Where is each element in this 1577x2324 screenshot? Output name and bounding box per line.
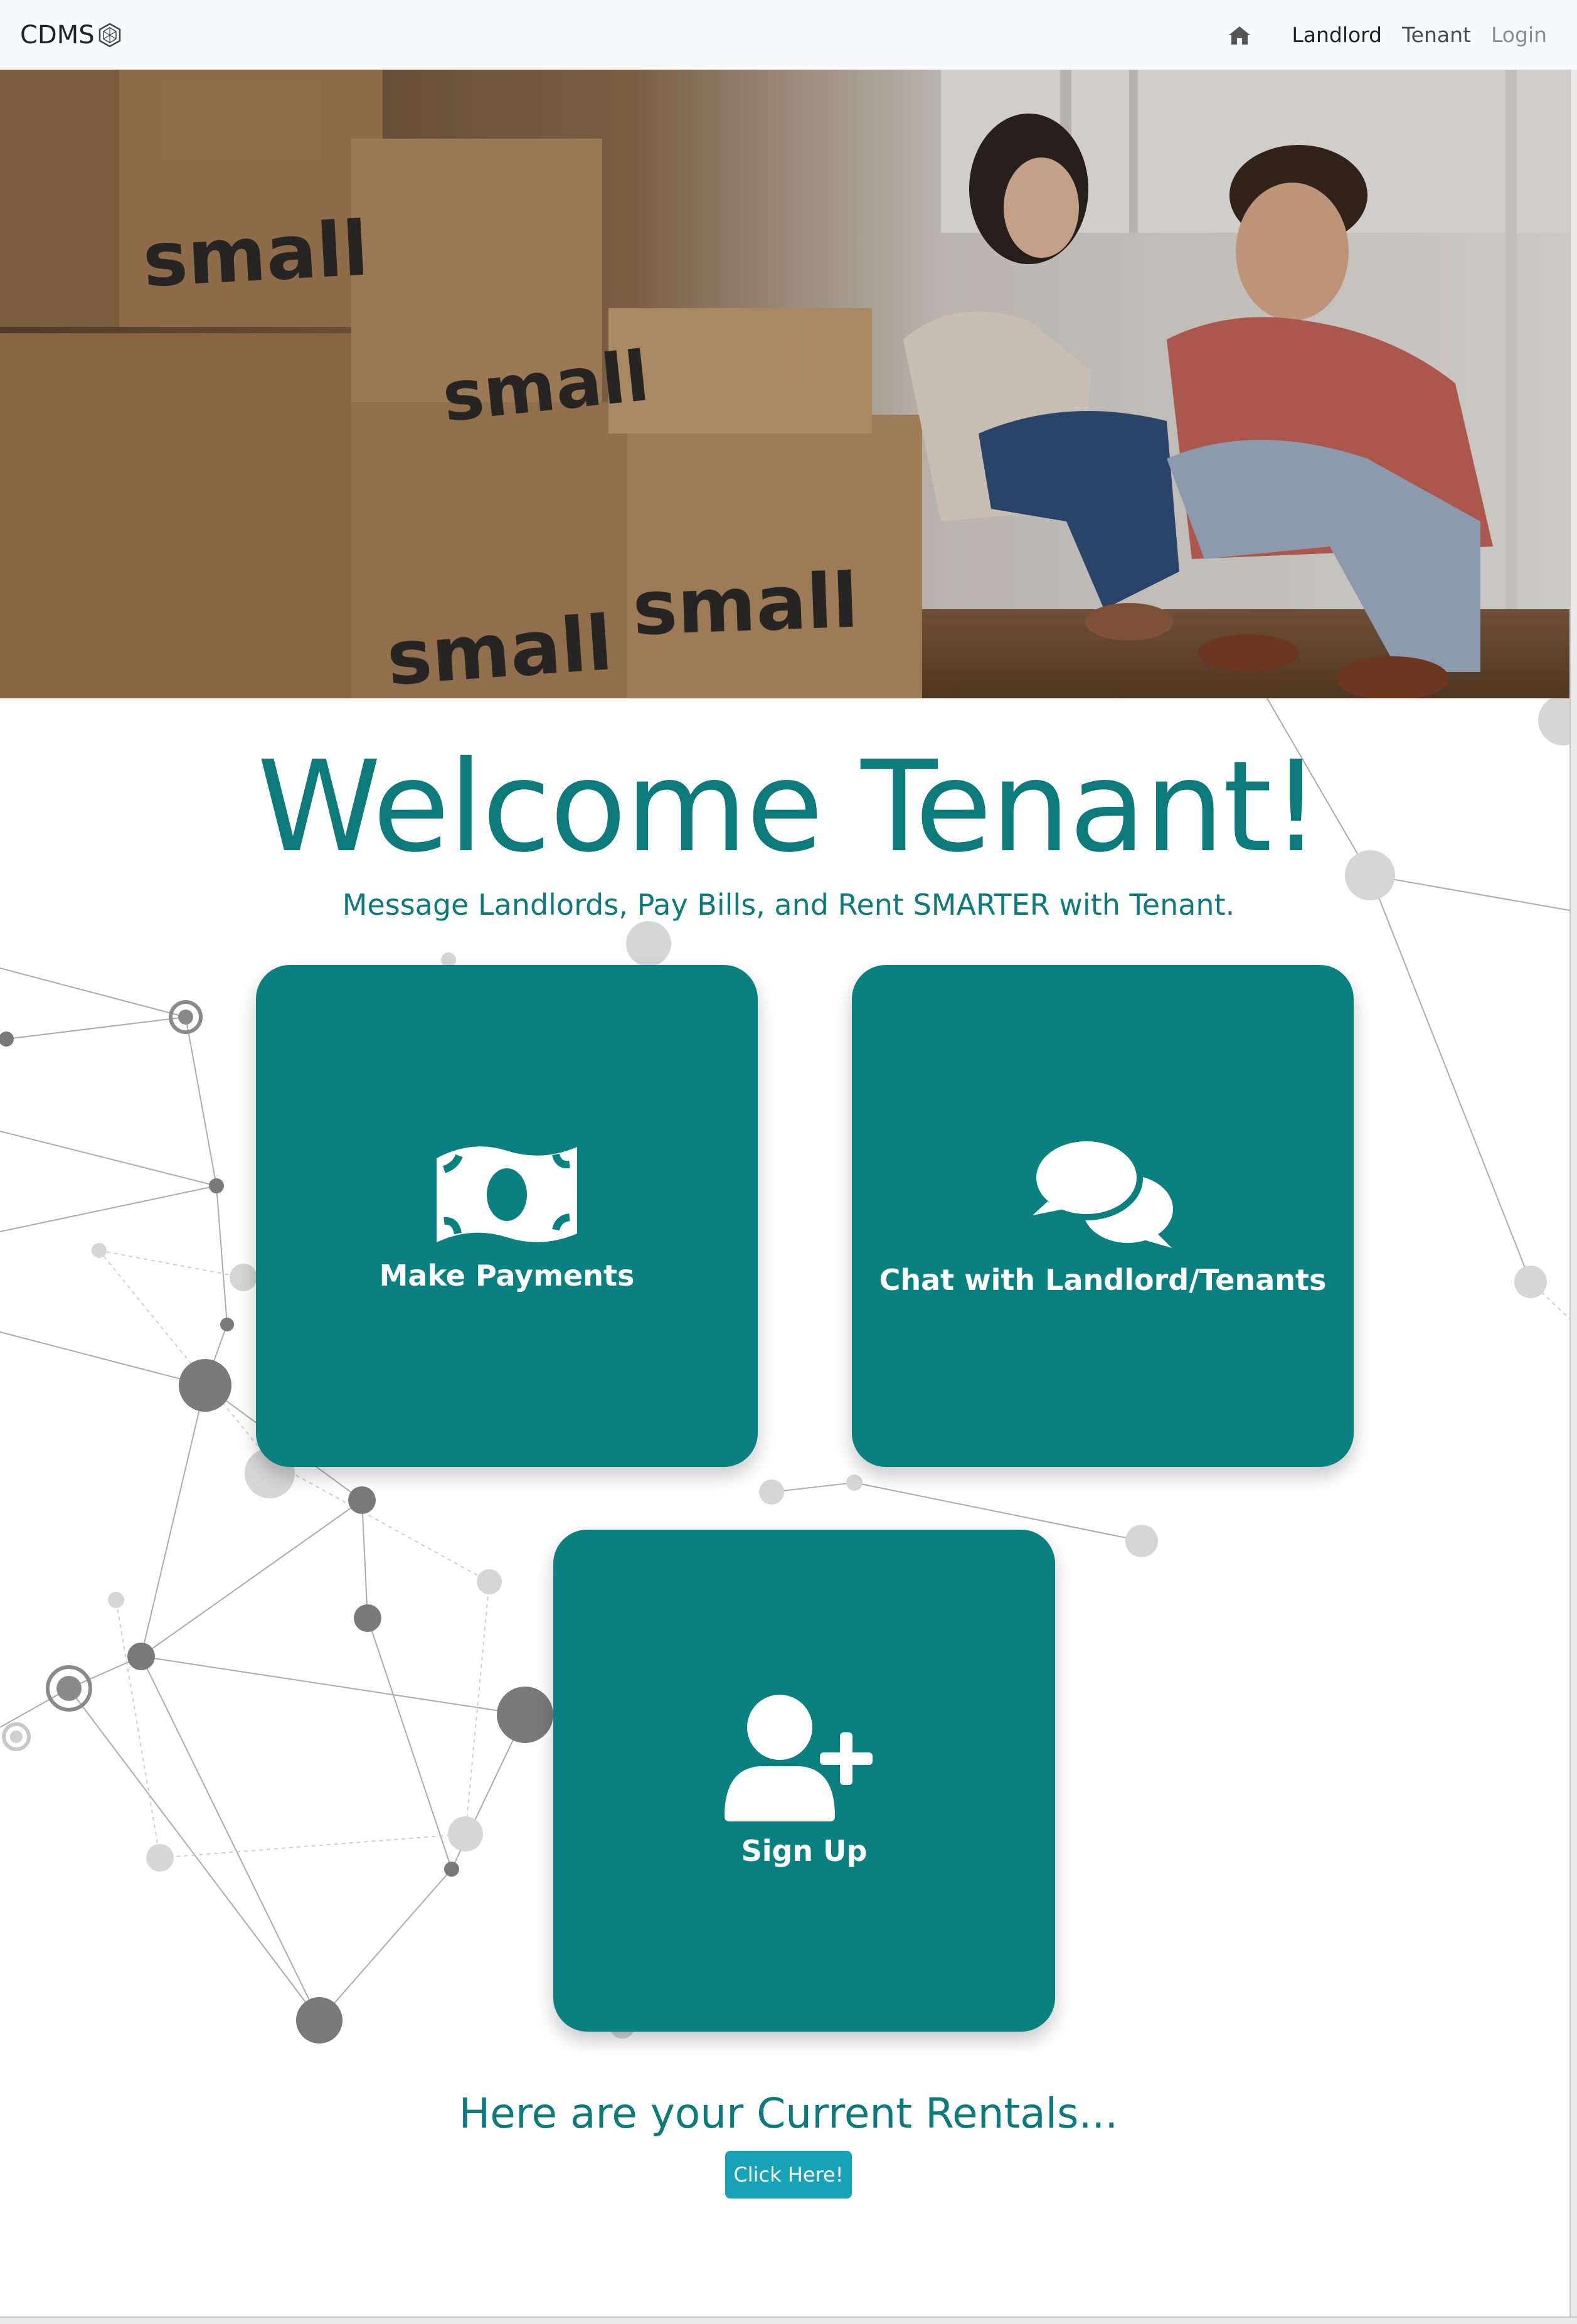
click-here-button[interactable]: Click Here! <box>725 2151 852 2199</box>
horizontal-scrollbar[interactable] <box>0 2316 1577 2324</box>
page-title: Welcome Tenant! <box>257 734 1321 880</box>
brand-hexagon-icon <box>98 23 120 47</box>
chat-label: Chat with Landlord/Tenants <box>879 1263 1327 1297</box>
comments-icon <box>1030 1138 1173 1248</box>
chat-card[interactable]: Chat with Landlord/Tenants <box>852 965 1354 1467</box>
brand-logo[interactable]: CDMS <box>20 0 124 70</box>
nav-landlord[interactable]: Landlord <box>1292 23 1382 47</box>
brand-name[interactable]: CDMS <box>20 21 95 50</box>
home-icon[interactable] <box>1228 24 1251 46</box>
page-subtitle: Message Landlords, Pay Bills, and Rent S… <box>342 888 1235 922</box>
money-bill-icon <box>437 1146 577 1242</box>
network-background <box>0 698 1577 2044</box>
sign-up-label: Sign Up <box>741 1834 868 1868</box>
make-payments-card[interactable]: Make Payments <box>256 965 758 1467</box>
make-payments-label: Make Payments <box>379 1259 635 1293</box>
nav-links: Landlord Tenant Login <box>1228 0 1547 70</box>
current-rentals-heading: Here are your Current Rentals... <box>459 2089 1118 2138</box>
nav-login[interactable]: Login <box>1491 23 1547 47</box>
user-plus-icon <box>725 1695 873 1821</box>
hero-image: small small small small <box>0 70 1577 698</box>
navbar: CDMS Landlord Tenant Login <box>0 0 1577 70</box>
vertical-scrollbar[interactable] <box>1569 70 1577 2324</box>
sign-up-card[interactable]: Sign Up <box>553 1530 1055 2032</box>
nav-tenant[interactable]: Tenant <box>1402 23 1471 47</box>
